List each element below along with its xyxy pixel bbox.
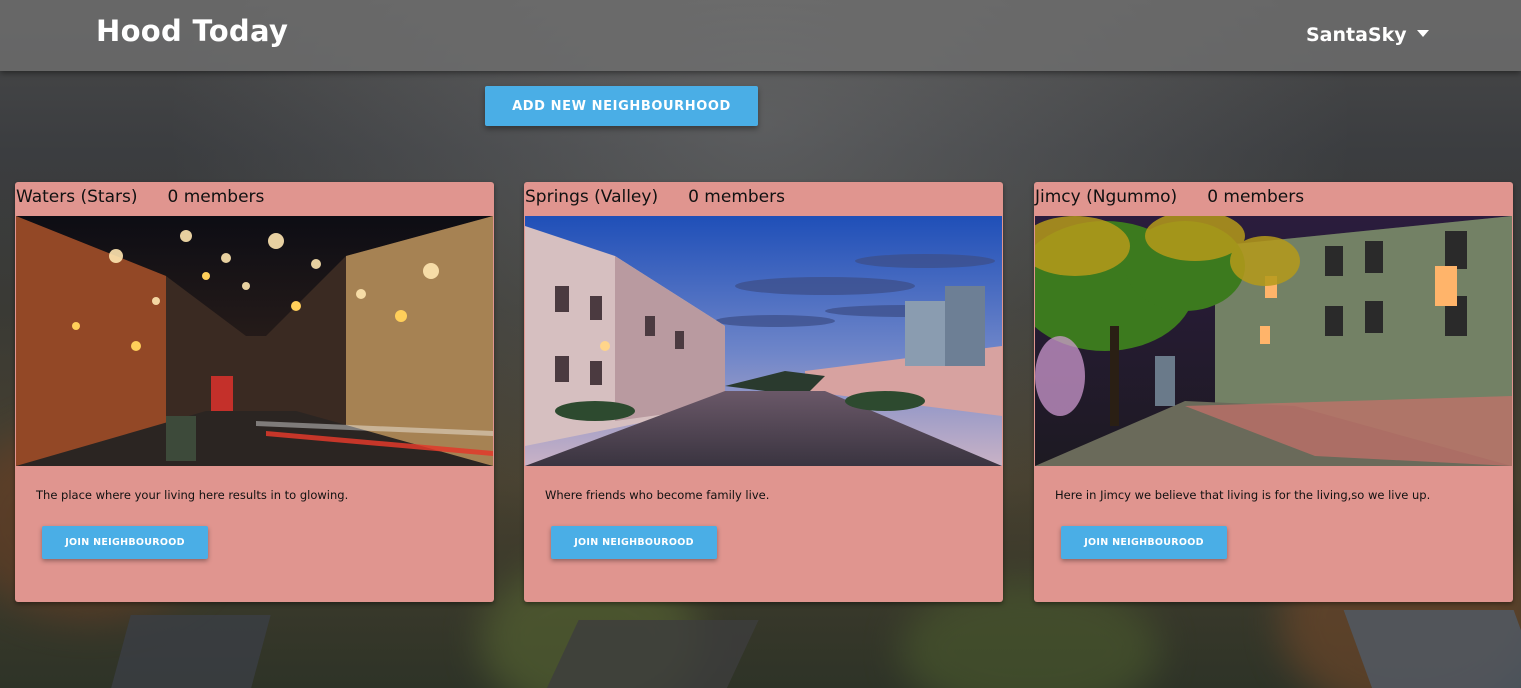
neighbourhood-name: Waters (Stars)	[16, 187, 138, 207]
neighbourhood-card: Jimcy (Ngummo) 0 members Here in Jimcy w…	[1034, 182, 1513, 602]
member-count: 0 members	[1207, 187, 1305, 207]
navbar: Hood Today SantaSky	[0, 0, 1521, 71]
user-name[interactable]: SantaSky	[1306, 24, 1407, 46]
card-header: Waters (Stars) 0 members	[16, 184, 264, 210]
join-neighbourhood-button[interactable]: JOIN NEIGHBOUROOD	[1061, 526, 1227, 559]
add-neighbourhood-button[interactable]: ADD NEW NEIGHBOURHOOD	[485, 86, 758, 126]
brand-logo[interactable]: Hood Today	[96, 14, 288, 48]
user-menu-dropdown[interactable]: SantaSky	[1306, 22, 1429, 48]
neighbourhood-name: Springs (Valley)	[525, 187, 659, 207]
neighbourhood-image	[1035, 216, 1512, 466]
card-header: Springs (Valley) 0 members	[525, 184, 785, 210]
neighbourhood-image	[16, 216, 493, 466]
member-count: 0 members	[688, 187, 785, 207]
neighbourhood-description: Here in Jimcy we believe that living is …	[1055, 488, 1431, 502]
join-neighbourhood-button[interactable]: JOIN NEIGHBOUROOD	[551, 526, 717, 559]
neighbourhood-image	[525, 216, 1002, 466]
neighbourhood-description: Where friends who become family live.	[545, 488, 770, 502]
card-header: Jimcy (Ngummo) 0 members	[1035, 184, 1304, 210]
caret-down-icon[interactable]	[1416, 29, 1429, 37]
neighbourhood-description: The place where your living here results…	[36, 488, 349, 502]
join-neighbourhood-button[interactable]: JOIN NEIGHBOUROOD	[42, 526, 208, 559]
neighbourhood-name: Jimcy (Ngummo)	[1035, 187, 1178, 207]
neighbourhood-card: Springs (Valley) 0 members Where friends…	[524, 182, 1003, 602]
member-count: 0 members	[167, 187, 265, 207]
neighbourhood-card: Waters (Stars) 0 members The place where…	[15, 182, 494, 602]
